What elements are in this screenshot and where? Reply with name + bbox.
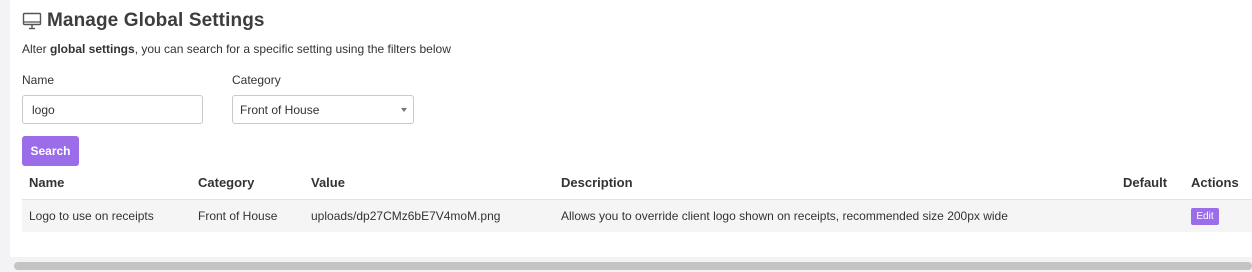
page-title-strong: Global Settings: [123, 10, 265, 31]
column-header-actions: Actions: [1191, 175, 1239, 190]
column-header-value: Value: [311, 175, 345, 190]
caret-down-icon: [401, 108, 407, 112]
edit-button[interactable]: Edit: [1191, 208, 1219, 225]
settings-table: Name Category Value Description Default …: [22, 166, 1252, 232]
cell-description: Allows you to override client logo shown…: [561, 209, 1008, 223]
settings-panel: Manage Global Settings Alter global sett…: [10, 0, 1252, 257]
table-row: Logo to use on receipts Front of House u…: [22, 200, 1252, 232]
subtitle-strong: global settings: [50, 42, 135, 56]
subtitle-prefix: Alter: [22, 42, 51, 56]
column-header-name: Name: [29, 175, 65, 190]
category-filter-label: Category: [232, 73, 281, 87]
column-header-default: Default: [1123, 175, 1168, 190]
column-header-category: Category: [198, 175, 255, 190]
cell-name: Logo to use on receipts: [29, 209, 154, 223]
name-filter-label: Name: [22, 73, 55, 87]
search-button[interactable]: Search: [22, 136, 79, 166]
name-filter-input[interactable]: [22, 95, 203, 124]
category-select-value: Front of House: [240, 102, 320, 117]
cell-category: Front of House: [198, 209, 278, 223]
column-header-description: Description: [561, 175, 633, 190]
page-subtitle: Alter global settings, you can search fo…: [22, 42, 451, 56]
monitor-icon: [22, 12, 42, 30]
cell-value: uploads/dp27CMz6bE7V4moM.png: [311, 209, 501, 223]
page-title: Manage Global Settings: [47, 10, 265, 32]
page-title-prefix: Manage: [47, 10, 124, 31]
page-header: Manage Global Settings: [22, 10, 265, 32]
category-filter-select[interactable]: Front of House: [232, 95, 414, 124]
horizontal-scrollbar[interactable]: [14, 262, 1252, 270]
table-header: Name Category Value Description Default …: [22, 166, 1252, 200]
subtitle-suffix: , you can search for a specific setting …: [134, 42, 451, 56]
